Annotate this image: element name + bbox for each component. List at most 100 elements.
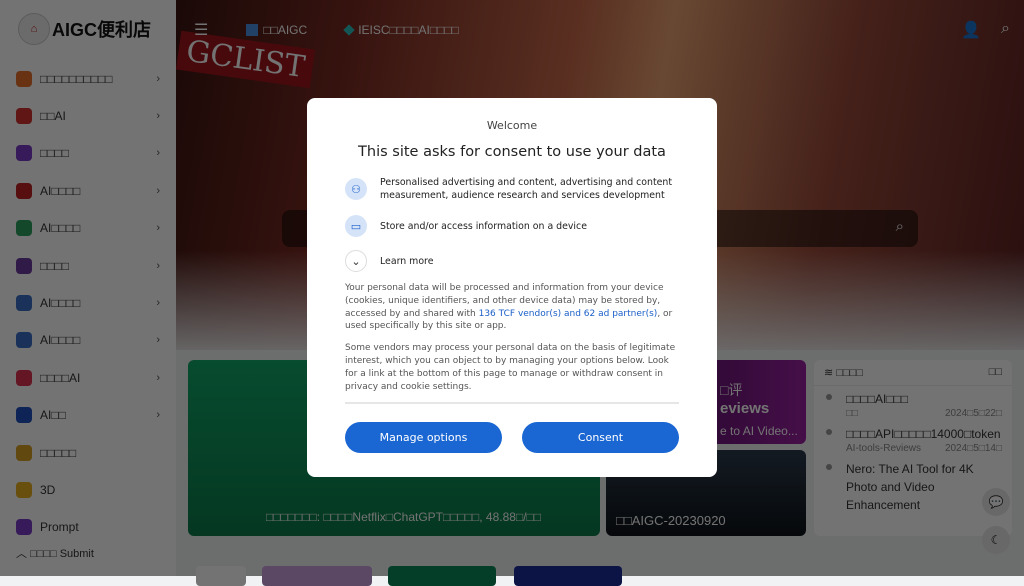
chevron-right-icon: ›: [156, 409, 160, 422]
category-icon: [16, 407, 32, 424]
news-title: ≋ □□□□: [824, 367, 863, 379]
dark-mode-toggle[interactable]: ☾: [982, 526, 1010, 554]
device-icon: ▭: [345, 215, 367, 237]
category-icon: [16, 220, 32, 237]
chevron-right-icon: ›: [156, 259, 160, 272]
person-icon: ⚇: [345, 178, 367, 200]
news-item-title: □□□□API□□□□□14000□token: [846, 427, 1001, 441]
consent-dialog: Welcome This site asks for consent to us…: [307, 98, 717, 477]
news-date: 2024□5□22□: [944, 408, 1002, 419]
sidebar-nav: □□□□□□□□□□ › □□AI › □□□□ › AI□□□□ › AI□□□□ › □□□□ ›…: [0, 60, 176, 546]
sidebar-item[interactable]: AI□□□□ ›: [0, 322, 176, 359]
search-icon[interactable]: ⌕: [1001, 20, 1010, 40]
bottom-card[interactable]: [196, 566, 246, 586]
bottom-card[interactable]: [388, 566, 496, 586]
vendors-link[interactable]: 136 TCF vendor(s) and 62 ad partner(s): [479, 309, 658, 319]
sidebar-item-label: □□AI: [40, 109, 66, 124]
sidebar-item-label: AI□□: [40, 408, 66, 423]
chevron-right-icon: ›: [156, 222, 160, 235]
sidebar-item[interactable]: □□AI ›: [0, 97, 176, 134]
purpose-item: ⚇ Personalised advertising and content, a…: [345, 176, 679, 202]
category-icon: [16, 145, 32, 162]
sidebar-item-label: AI□□□□: [40, 296, 81, 311]
consent-body-2: Some vendors may process your personal d…: [345, 343, 676, 392]
chevron-up-icon: ︿: [16, 548, 31, 560]
sidebar-item[interactable]: AI□□ ›: [0, 397, 176, 434]
diamond-icon: [343, 24, 355, 36]
category-icon: [16, 444, 32, 461]
news-item[interactable]: □□□□AI□□□ □□ 2024□5□22□: [814, 386, 1012, 421]
sidebar-item-label: AI□□□□: [40, 183, 81, 198]
category-icon: [16, 257, 32, 274]
purpose-text: Personalised advertising and content, ad…: [380, 177, 673, 201]
sidebar-item[interactable]: □□□□ ›: [0, 135, 176, 172]
chevron-right-icon: ›: [156, 110, 160, 123]
sidebar-item[interactable]: □□□□ ›: [0, 247, 176, 284]
chevron-right-icon: ›: [156, 147, 160, 160]
sidebar-item-label: □□□□: [40, 146, 69, 161]
sidebar-item[interactable]: AI□□□□ ›: [0, 210, 176, 247]
chevron-right-icon: ›: [156, 297, 160, 310]
card-title: eviews: [720, 400, 770, 417]
chevron-right-icon: ›: [156, 72, 160, 85]
bottom-card[interactable]: [514, 566, 622, 586]
category-icon: [16, 369, 32, 386]
submit-link[interactable]: ︿ □□□□ Submit: [16, 545, 94, 561]
news-panel: ≋ □□□□ □□ □□□□AI□□□ □□ 2024□5□22□ □□□□API□□□…: [814, 360, 1012, 536]
sidebar-item[interactable]: AI□□□□ ›: [0, 284, 176, 321]
sidebar-item-label: □□□□□□□□□□: [40, 71, 113, 86]
chevron-down-icon: ⌄: [345, 250, 367, 272]
news-source: □□: [846, 408, 859, 419]
header-link-aigc[interactable]: □□AIGC: [246, 23, 307, 37]
news-source: AI-tools-Reviews: [846, 443, 922, 454]
submit-label: □□□□ Submit: [30, 548, 94, 560]
wechat-button[interactable]: 💬: [982, 488, 1010, 516]
bottom-card[interactable]: [262, 566, 372, 586]
sidebar-item[interactable]: □□□□□□□□□□ ›: [0, 60, 176, 97]
sidebar-item-label: 3D: [40, 482, 56, 497]
dialog-title: This site asks for consent to use your d…: [358, 144, 666, 160]
category-icon: [16, 295, 32, 312]
menu-icon[interactable]: ☰: [194, 20, 208, 40]
purpose-text: Store and/or access information on a dev…: [380, 220, 587, 232]
search-icon[interactable]: ⌕: [896, 218, 904, 235]
manage-options-button[interactable]: Manage options: [345, 422, 502, 454]
learn-more-toggle[interactable]: ⌄ Learn more: [345, 250, 679, 272]
consent-button[interactable]: Consent: [522, 422, 679, 454]
category-icon: [16, 481, 32, 498]
sidebar-item[interactable]: □□□□AI ›: [0, 359, 176, 396]
sidebar-item-label: □□□□AI: [40, 370, 81, 385]
sidebar-item[interactable]: 3D: [0, 471, 176, 508]
site-logo[interactable]: ⌂ AIGC便利店: [18, 13, 151, 45]
sidebar-item[interactable]: Prompt: [0, 509, 176, 546]
book-icon: [246, 24, 259, 36]
news-item-title: Nero: The AI Tool for 4K Photo and Video…: [846, 462, 974, 512]
category-icon: [16, 332, 32, 349]
dialog-welcome: Welcome: [486, 119, 538, 132]
sidebar-item[interactable]: AI□□□□ ›: [0, 172, 176, 209]
sidebar-item-label: Prompt: [40, 520, 79, 535]
sidebar-item-label: □□□□: [40, 258, 69, 273]
learn-more-label: Learn more: [380, 255, 434, 267]
header-link-label: IEISC□□□□AI□□□□: [358, 23, 459, 37]
card-title: □□AIGC-20230920: [616, 513, 726, 528]
category-icon: [16, 108, 32, 125]
card-top-text: □评: [720, 382, 743, 398]
logo-icon: ⌂: [18, 13, 50, 45]
header-link-ieisc[interactable]: IEISC□□□□AI□□□□: [343, 23, 459, 37]
news-more-link[interactable]: □□: [989, 366, 1002, 379]
news-item[interactable]: □□□□API□□□□□14000□token AI-tools-Reviews 2…: [814, 421, 1012, 456]
consent-body-1: Your personal data will be processed and…: [345, 283, 673, 332]
chevron-right-icon: ›: [156, 184, 160, 197]
card-title: □□□□□□□: □□□□Netflix□ChatGPT□□□□□, 48.88…: [266, 510, 542, 524]
category-icon: [16, 519, 32, 536]
top-header: ☰ □□AIGC IEISC□□□□AI□□□□ 👤 ⌕: [176, 0, 1024, 60]
chevron-right-icon: ›: [156, 371, 160, 384]
sidebar-item[interactable]: □□□□□: [0, 434, 176, 471]
news-date: 2024□5□14□: [944, 443, 1002, 454]
logo-text: AIGC便利店: [52, 20, 151, 40]
user-icon[interactable]: 👤: [961, 20, 981, 40]
sidebar: ⌂ AIGC便利店 □□□□□□□□□□ › □□AI › □□□□ › AI□□□□ › AI…: [0, 0, 176, 576]
category-icon: [16, 182, 32, 199]
category-icon: [16, 70, 32, 87]
